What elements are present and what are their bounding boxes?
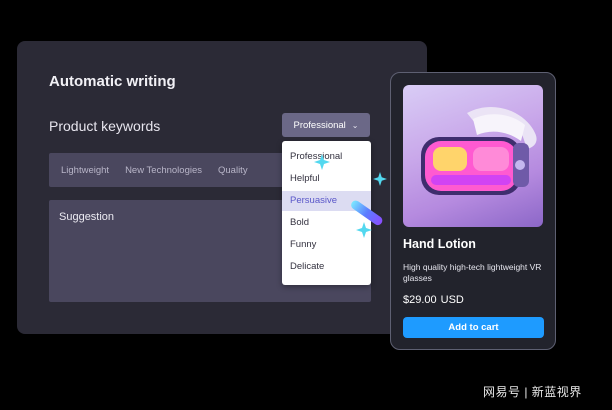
- tone-select-value: Professional: [293, 119, 346, 131]
- sparkle-icon: [373, 172, 387, 186]
- product-keywords-label: Product keywords: [49, 118, 161, 134]
- keywords-field[interactable]: Lightweight New Technologies Quality: [49, 153, 315, 187]
- product-description: High quality high-tech lightweight VR gl…: [403, 262, 542, 283]
- tone-select[interactable]: Professional ⌄: [282, 113, 370, 137]
- price-currency: USD: [440, 294, 464, 306]
- suggestion-label: Suggestion: [59, 211, 115, 223]
- product-image-vr-headset: [403, 85, 543, 227]
- vr-headset-icon: [421, 106, 537, 195]
- product-price: $29.00 USD: [403, 294, 464, 306]
- tone-option-helpful[interactable]: Helpful: [282, 169, 371, 189]
- watermark: 网易号 | 新蓝视界: [483, 385, 582, 399]
- keyword-tag[interactable]: Quality: [218, 165, 248, 176]
- price-amount: $29.00: [403, 294, 437, 306]
- sparkle-icon: [356, 222, 372, 238]
- sparkle-icon: [314, 154, 330, 170]
- keyword-tag[interactable]: Lightweight: [61, 165, 109, 176]
- product-name: Hand Lotion: [403, 237, 476, 251]
- add-to-cart-button[interactable]: Add to cart: [403, 317, 544, 338]
- tone-option-funny[interactable]: Funny: [282, 235, 371, 255]
- keyword-tag[interactable]: New Technologies: [125, 165, 202, 176]
- panel-title: Automatic writing: [49, 73, 176, 90]
- product-card: Hand Lotion High quality high-tech light…: [390, 72, 556, 350]
- chevron-down-icon: ⌄: [351, 120, 359, 130]
- tone-option-delicate[interactable]: Delicate: [282, 257, 371, 277]
